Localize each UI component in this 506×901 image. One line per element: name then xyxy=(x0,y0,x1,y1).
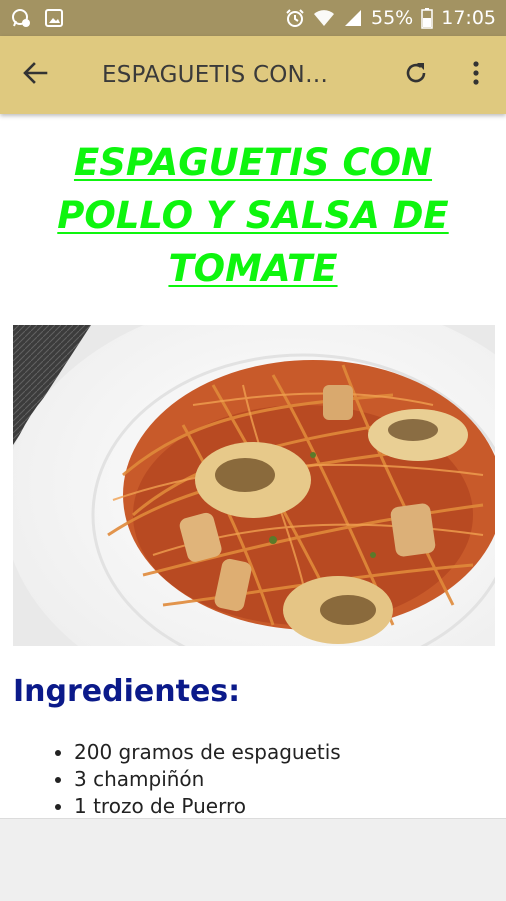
recipe-title: ESPAGUETIS CON POLLO Y SALSA DE TOMATE xyxy=(57,141,449,290)
app-bar: ESPAGUETIS CON… xyxy=(0,36,506,114)
recipe-content[interactable]: ESPAGUETIS CON POLLO Y SALSA DE TOMATE I… xyxy=(0,114,506,818)
whatsapp-notification-icon xyxy=(10,7,32,29)
battery-percentage: 55% xyxy=(371,7,414,29)
overflow-menu-button[interactable] xyxy=(458,36,494,114)
system-status: 55% 17:05 xyxy=(285,7,496,29)
app-bar-title: ESPAGUETIS CON… xyxy=(102,62,329,88)
alarm-icon xyxy=(285,8,305,28)
wifi-icon xyxy=(313,8,335,28)
bottom-area xyxy=(0,818,506,901)
list-item: 200 gramos de espaguetis xyxy=(74,739,341,766)
battery-icon xyxy=(421,7,433,29)
gallery-notification-icon xyxy=(44,8,64,28)
more-vert-icon xyxy=(472,60,480,91)
notification-icons xyxy=(10,7,64,29)
back-arrow-icon xyxy=(22,60,48,91)
clock: 17:05 xyxy=(441,7,496,29)
signal-icon xyxy=(343,8,363,28)
dish-image xyxy=(13,325,495,646)
refresh-icon xyxy=(403,60,429,91)
list-item: 1 trozo de Puerro xyxy=(74,793,341,818)
refresh-button[interactable] xyxy=(396,36,436,114)
list-item: 3 champiñón xyxy=(74,766,341,793)
back-button[interactable] xyxy=(0,36,70,114)
ingredients-heading: Ingredientes: xyxy=(13,674,241,709)
status-bar: 55% 17:05 xyxy=(0,0,506,36)
ingredients-list: 200 gramos de espaguetis 3 champiñón 1 t… xyxy=(0,739,341,818)
